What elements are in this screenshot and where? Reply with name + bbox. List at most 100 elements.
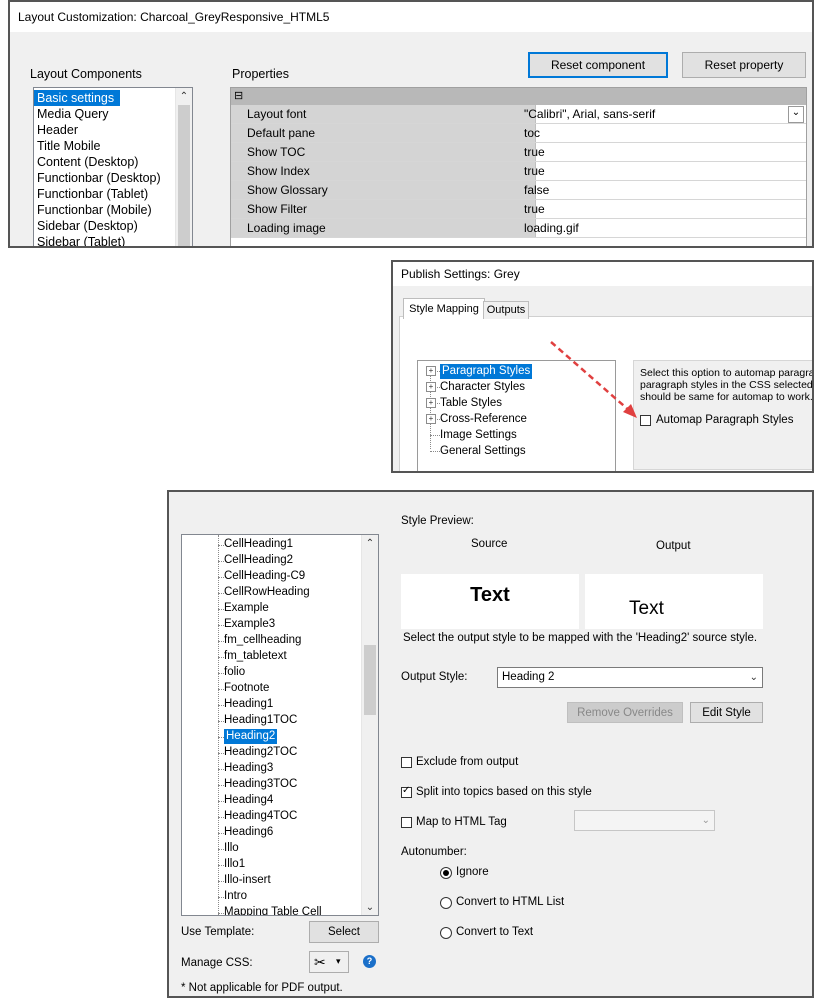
property-row[interactable]: Show Index true [231, 162, 806, 181]
style-list-item[interactable]: Heading2 [224, 729, 278, 744]
component-list-item[interactable]: Content (Desktop) [34, 154, 192, 170]
style-list-item[interactable]: folio [224, 665, 245, 680]
edit-style-label: Edit Style [702, 706, 751, 719]
property-value[interactable]: true [519, 200, 806, 218]
component-list-item[interactable]: Sidebar (Desktop) [34, 218, 192, 234]
source-preview-text: Text [470, 584, 510, 606]
map-html-checkbox[interactable] [401, 817, 412, 828]
select-template-button[interactable]: Select [309, 921, 379, 943]
property-name: Layout font [231, 105, 536, 123]
style-list-item[interactable]: fm_cellheading [224, 633, 301, 648]
styles-scrollbar[interactable]: ⌃ ⌄ [361, 535, 378, 915]
remove-overrides-button[interactable]: Remove Overrides [567, 702, 683, 723]
property-row[interactable]: Show Glossary false [231, 181, 806, 200]
property-value[interactable]: false [519, 181, 806, 199]
style-list-item[interactable]: fm_tabletext [224, 649, 287, 664]
component-list-item[interactable]: Functionbar (Tablet) [34, 186, 192, 202]
tree-item[interactable]: Table Styles [440, 396, 502, 411]
reset-property-button[interactable]: Reset property [682, 52, 806, 78]
style-list-item[interactable]: Heading3TOC [224, 777, 297, 792]
style-list-item[interactable]: CellHeading1 [224, 537, 293, 552]
component-list-item[interactable]: Media Query [34, 106, 192, 122]
tree-item[interactable]: Cross-Reference [440, 412, 527, 427]
style-list-item[interactable]: Heading1 [224, 697, 273, 712]
style-list-item[interactable]: Example3 [224, 617, 275, 632]
mapping-hint: Select the output style to be mapped wit… [403, 632, 758, 644]
html-tag-dropdown[interactable]: ⌄ [574, 810, 715, 831]
component-list-item[interactable]: Basic settings [34, 90, 121, 106]
style-list-item[interactable]: CellHeading2 [224, 553, 293, 568]
radio-convert-text[interactable] [440, 927, 452, 939]
property-value[interactable]: loading.gif [519, 219, 806, 237]
info-line: Select this option to automap paragra [640, 367, 814, 379]
collapse-icon[interactable]: ⊟ [234, 88, 243, 105]
layout-components-label: Layout Components [30, 67, 142, 81]
style-list-item[interactable]: Footnote [224, 681, 269, 696]
style-list-item[interactable]: CellRowHeading [224, 585, 310, 600]
layout-customization-dialog: Layout Customization: Charcoal_GreyRespo… [8, 0, 814, 248]
layout-components-list[interactable]: Basic settings Media Query Header Title Mob… [33, 87, 193, 246]
scroll-up-icon[interactable]: ⌃ [176, 88, 192, 104]
style-list-item[interactable]: Heading1TOC [224, 713, 297, 728]
output-label: Output [656, 540, 691, 552]
property-row[interactable]: Show Filter true [231, 200, 806, 219]
expand-icon[interactable]: + [426, 414, 436, 424]
checkmark-icon: ✓ [402, 785, 411, 796]
tree-item[interactable]: Paragraph Styles [440, 364, 533, 379]
output-style-dropdown[interactable]: Heading 2 ⌄ [497, 667, 763, 688]
style-list-item[interactable]: Intro [224, 889, 247, 904]
style-list-item[interactable]: Heading3 [224, 761, 273, 776]
style-list-item[interactable]: Example [224, 601, 269, 616]
tree-item[interactable]: Character Styles [440, 380, 525, 395]
style-list-item[interactable]: Illo-insert [224, 873, 271, 888]
property-row[interactable]: Show TOC true [231, 143, 806, 162]
tree-item[interactable]: Image Settings [440, 428, 517, 443]
component-list-item[interactable]: Sidebar (Tablet) [34, 234, 192, 246]
radio-html-list[interactable] [440, 897, 452, 909]
output-style-label: Output Style: [401, 671, 468, 683]
styles-tree-list[interactable]: CellHeading1 CellHeading2 CellHeading-C9 Ce… [181, 534, 379, 916]
property-row[interactable]: Layout font "Calibri", Arial, sans-serif ⌄ [231, 105, 806, 124]
tree-item[interactable]: General Settings [440, 444, 526, 459]
split-topics-checkbox[interactable]: ✓ [401, 785, 412, 798]
reset-component-button[interactable]: Reset component [528, 52, 668, 78]
expand-icon[interactable]: + [426, 366, 436, 376]
component-list-item[interactable]: Functionbar (Mobile) [34, 202, 192, 218]
style-list-item[interactable]: Heading6 [224, 825, 273, 840]
component-list-item[interactable]: Title Mobile [34, 138, 192, 154]
scroll-down-icon[interactable]: ⌄ [362, 899, 378, 915]
components-scrollbar[interactable]: ⌃ [175, 88, 192, 246]
tab-style-mapping[interactable]: Style Mapping [403, 298, 485, 319]
chevron-down-icon[interactable]: ⌄ [788, 106, 804, 123]
exclude-checkbox[interactable] [401, 757, 412, 768]
property-value[interactable]: toc [519, 124, 806, 142]
component-list-item[interactable]: Header [34, 122, 192, 138]
style-preview-label: Style Preview: [401, 515, 474, 527]
automap-info-text: Select this option to automap paragra pa… [640, 367, 814, 403]
style-list-item[interactable]: Mapping Table Cell [224, 905, 322, 915]
style-list-item[interactable]: Heading2TOC [224, 745, 297, 760]
style-list-item[interactable]: Heading4 [224, 793, 273, 808]
property-value[interactable]: "Calibri", Arial, sans-serif [519, 105, 806, 123]
component-list-item[interactable]: Functionbar (Desktop) [34, 170, 192, 186]
expand-icon[interactable]: + [426, 382, 436, 392]
property-value[interactable]: true [519, 143, 806, 161]
property-row[interactable]: Default pane toc [231, 124, 806, 143]
property-name: Default pane [231, 124, 536, 142]
style-list-item[interactable]: Illo1 [224, 857, 245, 872]
tab-outputs[interactable]: Outputs [483, 301, 529, 319]
help-icon[interactable]: ? [363, 955, 376, 968]
style-list-item[interactable]: Illo [224, 841, 239, 856]
expand-icon[interactable]: + [426, 398, 436, 408]
scroll-up-icon[interactable]: ⌃ [362, 535, 378, 551]
style-list-item[interactable]: Heading4TOC [224, 809, 297, 824]
property-value[interactable]: true [519, 162, 806, 180]
map-html-label: Map to HTML Tag [416, 816, 507, 828]
exclude-label: Exclude from output [416, 756, 519, 768]
radio-ignore[interactable] [440, 867, 452, 879]
style-list-item[interactable]: CellHeading-C9 [224, 569, 305, 584]
manage-css-button[interactable]: ✂ ▾ [309, 951, 349, 973]
split-topics-label: Split into topics based on this style [416, 786, 592, 798]
property-row[interactable]: Loading image loading.gif [231, 219, 806, 238]
edit-style-button[interactable]: Edit Style [690, 702, 763, 723]
